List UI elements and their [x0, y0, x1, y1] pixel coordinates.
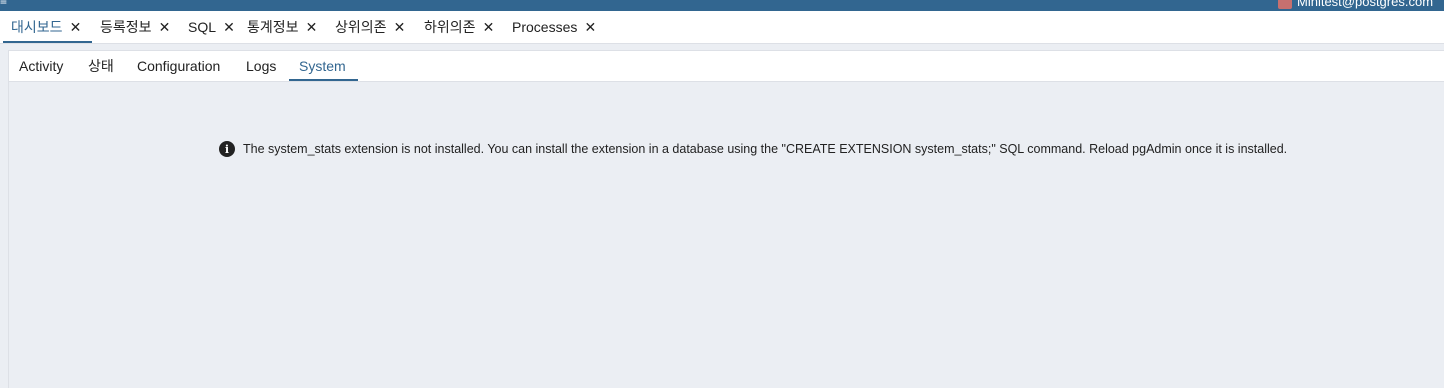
tab-label: 대시보드 — [11, 19, 63, 35]
active-tab-indicator — [3, 41, 92, 43]
tab-label: 등록정보 — [100, 19, 152, 35]
tab-processes[interactable]: Processes ✕ — [512, 11, 597, 43]
close-icon[interactable]: ✕ — [583, 20, 597, 34]
tab-sql[interactable]: SQL ✕ — [188, 11, 236, 43]
main-tab-bar: 대시보드 ✕ 등록정보 ✕ SQL ✕ 통계정보 ✕ 상위의존 ✕ 하위의존 ✕… — [0, 11, 1444, 44]
close-icon[interactable]: ✕ — [158, 20, 172, 34]
tab-label: 하위의존 — [424, 19, 476, 35]
notice-text: The system_stats extension is not instal… — [243, 142, 1288, 156]
menu-icon[interactable]: ≡ — [0, 0, 7, 8]
sub-tab-configuration[interactable]: Configuration — [137, 51, 220, 81]
dashboard-body: Activity 상태 Configuration Logs System i … — [0, 44, 1444, 388]
sub-tab-logs[interactable]: Logs — [246, 51, 276, 81]
active-sub-tab-indicator — [289, 79, 358, 81]
sub-tab-activity[interactable]: Activity — [19, 51, 63, 81]
close-icon[interactable]: ✕ — [393, 20, 407, 34]
close-icon[interactable]: ✕ — [305, 20, 319, 34]
tab-statistics[interactable]: 통계정보 ✕ — [247, 11, 319, 43]
system-content-area: i The system_stats extension is not inst… — [9, 82, 1444, 388]
tab-label: Processes — [512, 19, 578, 35]
tab-dependents[interactable]: 하위의존 ✕ — [424, 11, 496, 43]
user-menu[interactable]: Minitest@postgres.com — [1278, 0, 1433, 9]
close-icon[interactable]: ✕ — [222, 20, 236, 34]
title-bar: ≡ Minitest@postgres.com — [0, 0, 1444, 11]
sub-tab-system[interactable]: System — [299, 51, 346, 81]
dashboard-panel: Activity 상태 Configuration Logs System i … — [8, 50, 1444, 388]
tab-label: 상위의존 — [335, 19, 387, 35]
sub-tab-state[interactable]: 상태 — [88, 51, 114, 81]
info-icon: i — [219, 141, 235, 157]
user-label: Minitest@postgres.com — [1297, 0, 1434, 9]
tab-label: SQL — [188, 19, 217, 35]
dashboard-sub-tab-bar: Activity 상태 Configuration Logs System — [9, 51, 1444, 82]
extension-missing-notice: i The system_stats extension is not inst… — [219, 141, 1287, 157]
pgadmin-dashboard-window: ≡ Minitest@postgres.com 대시보드 ✕ 등록정보 ✕ SQ… — [0, 0, 1444, 388]
close-icon[interactable]: ✕ — [69, 20, 83, 34]
tab-label: 통계정보 — [247, 19, 299, 35]
tab-dependencies[interactable]: 상위의존 ✕ — [335, 11, 407, 43]
tab-dashboard[interactable]: 대시보드 ✕ — [11, 11, 83, 43]
close-icon[interactable]: ✕ — [482, 20, 496, 34]
user-avatar-icon — [1278, 0, 1292, 9]
tab-properties[interactable]: 등록정보 ✕ — [100, 11, 172, 43]
